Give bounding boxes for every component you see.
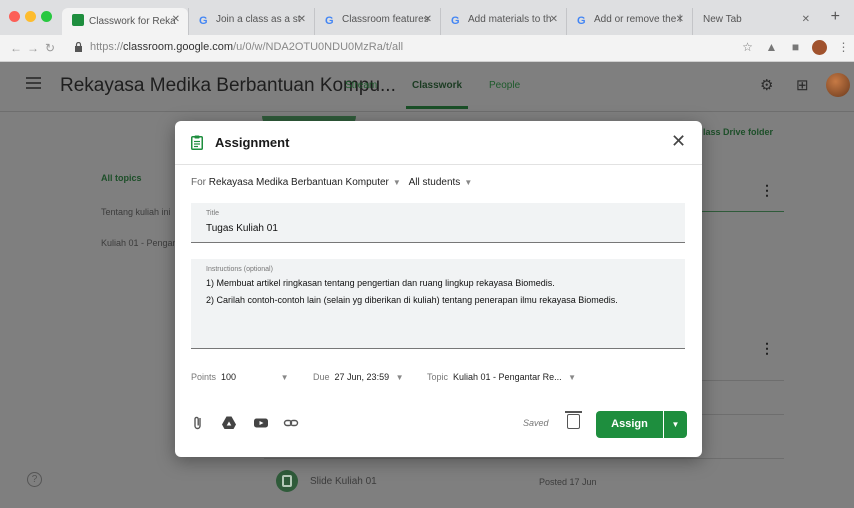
chevron-down-icon: ▼ [464, 178, 473, 187]
tab-classwork[interactable]: Classwork [405, 80, 469, 109]
browser-tab-classwork[interactable]: Classwork for Reka ✕ [62, 8, 188, 35]
settings-gear-icon[interactable]: ⚙ [760, 76, 773, 94]
assignment-dialog: Assignment ✕ For Rekayasa Medika Berbant… [175, 121, 702, 457]
drive-folder-link: lass Drive folder [703, 127, 774, 137]
topic-link: Kuliah 01 - Pengant [101, 238, 181, 248]
tab-people[interactable]: People [489, 80, 520, 91]
bookmark-star-icon[interactable]: ☆ [740, 40, 755, 55]
class-selector[interactable]: Rekayasa Medika Berbantuan Komputer ▼ [209, 177, 401, 188]
browser-menu-icon[interactable]: ⋮ [836, 40, 851, 55]
topic-link: Tentang kuliah ini [101, 207, 171, 217]
chevron-down-icon: ▼ [392, 178, 401, 187]
lock-icon [75, 42, 82, 52]
trash-icon[interactable] [565, 411, 582, 429]
reload-icon[interactable]: ↻ [45, 41, 55, 55]
more-options-icon: ⋮ [760, 182, 774, 198]
dialog-title: Assignment [215, 135, 290, 150]
hamburger-menu-icon[interactable] [26, 77, 41, 89]
close-icon[interactable]: ✕ [671, 131, 686, 152]
close-tab-icon[interactable]: ✕ [172, 14, 180, 25]
google-favicon-icon: G [451, 15, 460, 27]
classroom-favicon-icon [72, 14, 84, 26]
instructions-field[interactable]: Instructions (optional) 1) Membuat artik… [191, 259, 685, 349]
browser-tab-strip: Classwork for Reka ✕ G Join a class as a … [0, 0, 854, 35]
close-tab-icon[interactable]: ✕ [676, 14, 684, 25]
maximize-window-button[interactable] [41, 11, 52, 22]
material-title: Slide Kuliah 01 [310, 476, 377, 487]
google-favicon-icon: G [577, 15, 586, 27]
divider [702, 380, 784, 381]
divider [702, 414, 784, 415]
url-field[interactable]: https://classroom.google.com/u/0/w/NDA2O… [90, 41, 403, 53]
chevron-down-icon: ▼ [280, 373, 289, 382]
extension-box-icon[interactable]: ■ [788, 40, 803, 55]
material-posted-date: Posted 17 Jun [539, 477, 597, 487]
dialog-header: Assignment ✕ [175, 121, 702, 165]
close-tab-icon[interactable]: ✕ [424, 14, 432, 25]
more-options-icon: ⋮ [760, 340, 774, 356]
link-icon[interactable] [283, 415, 299, 431]
title-field[interactable]: Title Tugas Kuliah 01 [191, 203, 685, 243]
close-tab-icon[interactable]: ✕ [550, 14, 558, 25]
tab-stream[interactable]: Stream [345, 80, 377, 91]
help-icon: ? [27, 472, 42, 487]
app-header: Rekayasa Medika Berbantuan Kompu... Stre… [0, 62, 854, 112]
browser-tab-add-materials[interactable]: G Add materials to th ✕ [440, 8, 566, 35]
browser-tab-features[interactable]: G Classroom features ✕ [314, 8, 440, 35]
google-drive-icon[interactable] [221, 415, 237, 431]
forward-arrow-icon[interactable]: → [27, 41, 39, 55]
material-icon [276, 470, 298, 492]
chevron-down-icon: ▼ [568, 373, 577, 382]
profile-avatar-small[interactable] [812, 40, 827, 55]
back-arrow-icon[interactable]: ← [10, 41, 22, 55]
extension-drive-icon[interactable]: ▲ [764, 40, 779, 55]
paperclip-icon[interactable] [191, 415, 207, 431]
apps-grid-icon[interactable]: ⊞ [796, 76, 809, 94]
chevron-down-icon: ▼ [671, 420, 680, 429]
minimize-window-button[interactable] [25, 11, 36, 22]
browser-tab-join[interactable]: G Join a class as a st ✕ [188, 8, 314, 35]
all-topics-link: All topics [101, 173, 142, 183]
for-row: For Rekayasa Medika Berbantuan Komputer ▼… [191, 177, 473, 188]
new-tab-button[interactable]: + [831, 8, 840, 26]
address-bar: ← → ↻ https://classroom.google.com/u/0/w… [0, 35, 854, 62]
points-field[interactable]: Points 100 ▼ [191, 372, 289, 382]
avatar[interactable] [826, 73, 850, 97]
youtube-icon[interactable] [253, 415, 269, 431]
browser-tab-new[interactable]: New Tab ✕ [692, 8, 818, 35]
divider [702, 211, 784, 212]
divider [264, 458, 784, 459]
google-favicon-icon: G [199, 15, 208, 27]
assign-options-dropdown[interactable]: ▼ [664, 411, 687, 438]
google-favicon-icon: G [325, 15, 334, 27]
topic-field[interactable]: Topic Kuliah 01 - Pengantar Re... ▼ [427, 372, 576, 382]
students-selector[interactable]: All students ▼ [409, 177, 473, 188]
close-window-button[interactable] [9, 11, 20, 22]
save-status: Saved [523, 418, 549, 428]
assignment-icon [191, 135, 203, 150]
chevron-down-icon: ▼ [395, 373, 404, 382]
due-date-field[interactable]: Due 27 Jun, 23:59 ▼ [313, 372, 404, 382]
close-tab-icon[interactable]: ✕ [298, 14, 306, 25]
browser-tab-add-remove[interactable]: G Add or remove the l ✕ [566, 8, 692, 35]
close-tab-icon[interactable]: ✕ [802, 14, 810, 25]
assign-button[interactable]: Assign [596, 411, 663, 438]
